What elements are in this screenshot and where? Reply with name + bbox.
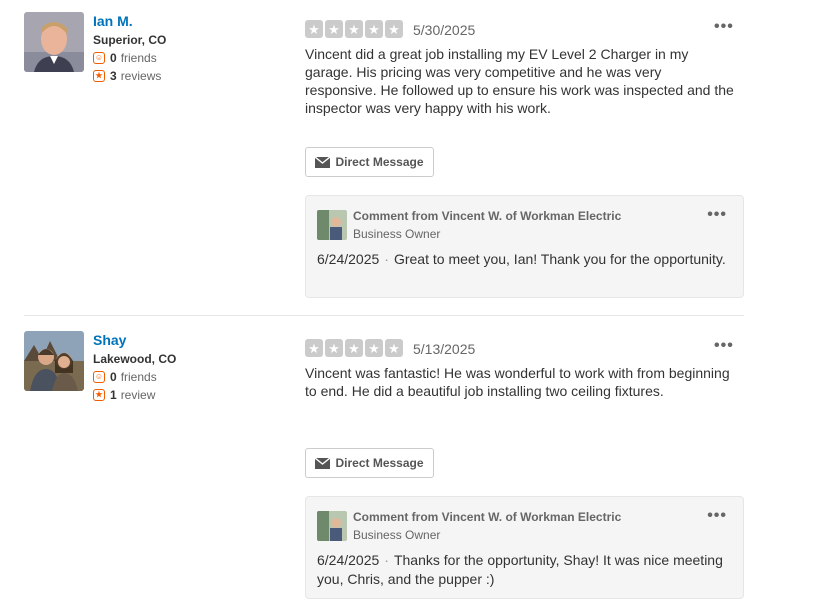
reviews-count: ★ 3 reviews (93, 69, 161, 83)
more-options-icon[interactable]: ••• (707, 507, 727, 525)
comment-body: 6/24/2025 · Great to meet you, Ian! Thank … (317, 250, 737, 269)
star-icon: ★ (305, 339, 323, 357)
business-comment: Comment from Vincent W. of Workman Elect… (305, 496, 744, 599)
star-icon: ★ (325, 339, 343, 357)
user-location: Superior, CO (93, 33, 167, 47)
envelope-icon (315, 156, 331, 168)
reviews-label: reviews (120, 69, 162, 83)
user-avatar[interactable] (24, 331, 84, 391)
comment-text: Great to meet you, Ian! Thank you for th… (393, 251, 726, 267)
reviews-star-icon: ★ (93, 389, 105, 401)
separator: · (384, 552, 389, 568)
review-text: Vincent did a great job installing my EV… (305, 46, 734, 116)
envelope-icon (315, 457, 331, 469)
review-date: 5/13/2025 (413, 341, 476, 357)
reviews-count-value: 3 (110, 69, 117, 83)
review-text: Vincent was fantastic! He was wonderful … (305, 365, 730, 399)
comment-title: Comment from Vincent W. of Workman Elect… (353, 510, 622, 524)
friends-count: ☺ 0 friends (93, 370, 157, 384)
direct-message-label: Direct Message (335, 456, 424, 470)
more-options-icon[interactable]: ••• (714, 337, 734, 355)
star-icon: ★ (365, 20, 383, 38)
user-avatar[interactable] (24, 12, 84, 72)
friends-label: friends (120, 51, 157, 65)
friends-count: ☺ 0 friends (93, 51, 157, 65)
comment-title: Comment from Vincent W. of Workman Elect… (353, 209, 622, 223)
friends-count-value: 0 (110, 370, 117, 384)
star-icon: ★ (345, 20, 363, 38)
reviews-label: review (120, 388, 156, 402)
star-icon: ★ (385, 20, 403, 38)
comment-date: 6/24/2025 (317, 251, 380, 267)
reviews-count-value: 1 (110, 388, 117, 402)
user-name-link[interactable]: Shay (93, 332, 126, 348)
business-owner-avatar[interactable] (317, 511, 347, 541)
business-comment: Comment from Vincent W. of Workman Elect… (305, 195, 744, 298)
business-owner-avatar[interactable] (317, 210, 347, 240)
user-location: Lakewood, CO (93, 352, 177, 366)
friends-icon: ☺ (93, 371, 105, 383)
star-rating: ★ ★ ★ ★ ★ (305, 20, 405, 38)
friends-icon: ☺ (93, 52, 105, 64)
comment-date: 6/24/2025 (317, 552, 380, 568)
star-icon: ★ (305, 20, 323, 38)
direct-message-button[interactable]: Direct Message (305, 147, 434, 177)
more-options-icon[interactable]: ••• (707, 206, 727, 224)
review-item: Ian M. Superior, CO ☺ 0 friends ★ 3 revi… (0, 0, 821, 315)
friends-count-value: 0 (110, 51, 117, 65)
star-icon: ★ (345, 339, 363, 357)
more-options-icon[interactable]: ••• (714, 18, 734, 36)
friends-label: friends (120, 370, 157, 384)
star-icon: ★ (325, 20, 343, 38)
review-item: Shay Lakewood, CO ☺ 0 friends ★ 1 review… (0, 315, 821, 609)
direct-message-label: Direct Message (335, 155, 424, 169)
reviews-star-icon: ★ (93, 70, 105, 82)
comment-body: 6/24/2025 · Thanks for the opportunity, Sh… (317, 551, 737, 589)
reviews-count: ★ 1 review (93, 388, 155, 402)
direct-message-button[interactable]: Direct Message (305, 448, 434, 478)
separator: · (384, 251, 389, 267)
star-icon: ★ (365, 339, 383, 357)
comment-role: Business Owner (353, 227, 441, 241)
star-icon: ★ (385, 339, 403, 357)
review-date: 5/30/2025 (413, 22, 476, 38)
star-rating: ★ ★ ★ ★ ★ (305, 339, 405, 357)
user-name-link[interactable]: Ian M. (93, 13, 133, 29)
comment-role: Business Owner (353, 528, 441, 542)
